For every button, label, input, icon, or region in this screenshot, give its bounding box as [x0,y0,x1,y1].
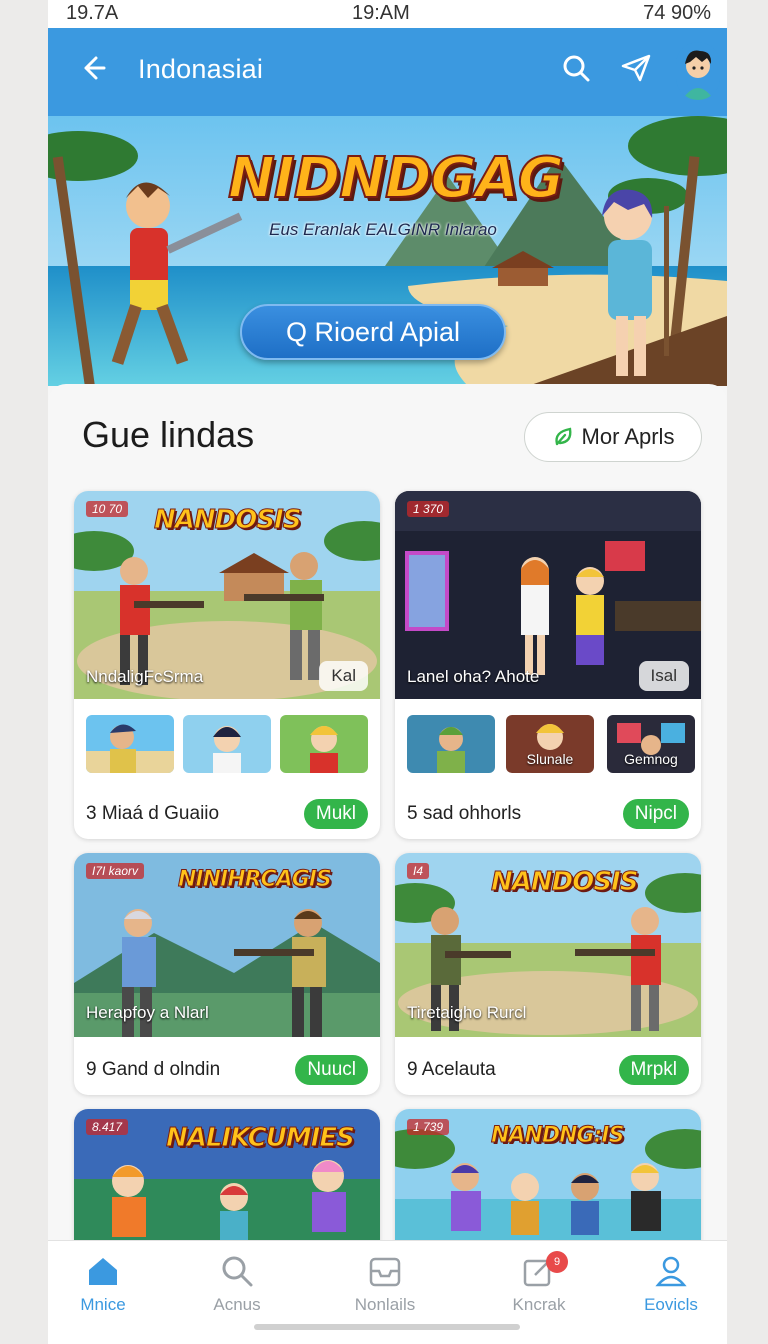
hero-game-title: NIDNDGAG [227,145,565,212]
card-tag: I4 [407,863,430,879]
card-caption: Tiretaigho Rurcl [407,1003,527,1022]
card-caption: Herapfoy a Nlarl [86,1003,209,1022]
card-game-logo: NALIKCUMIES [166,1123,356,1154]
leaf-icon [554,427,572,446]
search-icon [222,1256,253,1287]
card-footer-text: 3 Miaá d Guaiio [86,803,220,824]
status-time: 19:AM [352,2,410,24]
card-footer-text: 9 Gand d olndin [86,1059,221,1080]
card-pill: Kal [319,661,368,691]
hero-subtitle: Eus Eranlak EALGINR Inlarao [269,220,497,239]
thumbnail[interactable]: Gemnog [607,715,695,773]
game-card[interactable]: I7I kaorv NINIHRCAGIS Herapfoy a Nlarl 9… [74,853,380,1095]
nav-label: Mnice [80,1295,126,1314]
nav-label: Acnus [213,1295,261,1314]
nav-item-profile[interactable]: Eovicls [616,1253,726,1315]
thumbnail[interactable] [407,715,495,773]
thumbnail[interactable]: Slunale [506,715,594,773]
more-apps-label: Mor Aprls [581,424,675,449]
thumbnail[interactable] [86,715,174,773]
status-right: 74 90% [643,2,711,24]
thumbnail-label: Gemnog [624,751,678,767]
phone-screen: 19.7A 19:AM 74 90% Indonasiai NIDNDGAG E… [48,0,727,1344]
nav-label: Eovicls [644,1295,698,1314]
card-pill: Isal [638,661,689,691]
card-caption: NndaligFcSrma [86,667,204,686]
nav-item-inbox[interactable]: Nonlails [330,1253,440,1315]
card-tag: 1 739 [407,1119,450,1135]
card-game-logo: NANDOSIS [154,505,302,536]
nav-item-home[interactable]: Mnice [48,1253,158,1315]
status-badge[interactable]: Nipcl [622,799,689,829]
nav-item-search[interactable]: Acnus [182,1253,292,1315]
inbox-icon [369,1257,401,1287]
search-icon[interactable] [560,52,592,84]
game-card[interactable]: 1 370 Lanel oha? Ahote Isal Slunale Gemn… [395,491,701,839]
game-card[interactable]: I4 NANDOSIS Tiretaigho Rurcl 9 Acelauta … [395,853,701,1095]
card-tag: 1 370 [407,501,450,517]
status-bar: 19.7A 19:AM 74 90% [48,0,727,28]
card-game-logo: NINIHRCAGIS [178,867,333,893]
status-badge[interactable]: Mukl [303,799,368,829]
nav-item-edit[interactable]: 9 Kncrak [484,1251,594,1315]
nav-label: Nonlails [354,1295,416,1314]
thumbnail[interactable] [183,715,271,773]
card-caption: Lanel oha? Ahote [407,667,540,686]
thumbnail-label: Slunale [526,751,574,767]
thumbnail[interactable] [280,715,368,773]
send-icon[interactable] [620,52,652,84]
card-tag: 8.417 [86,1119,129,1135]
status-badge[interactable]: Nuucl [295,1055,368,1085]
card-footer-text: 5 sad ohhorls [407,803,522,824]
notification-badge: 9 [546,1251,568,1273]
card-tag: 10 70 [86,501,129,517]
card-game-logo: NANDNG:IS [491,1123,625,1149]
arrow-left-icon[interactable] [76,52,108,84]
status-left: 19.7A [66,2,119,24]
section-title: Gue lindas [82,414,255,455]
card-game-logo: NANDOSIS [491,867,639,898]
card-thumbnails: Slunale Gemnog [407,715,695,773]
app-bar: Indonasiai [48,28,727,116]
card-tag: I7I kaorv [86,863,145,879]
card-thumbnails [86,715,368,773]
card-footer-text: 9 Acelauta [407,1059,496,1080]
hero-cta-button[interactable]: Q Rioerd Apial [240,304,506,360]
more-apps-button[interactable]: Mor Aprls [524,412,702,462]
page-title: Indonasiai [138,54,264,84]
home-indicator [254,1324,520,1330]
avatar[interactable] [676,42,720,100]
hero-banner: NIDNDGAG Eus Eranlak EALGINR Inlarao Q R… [48,116,727,386]
game-card[interactable]: 10 70 NANDOSIS NndaligFcSrma Kal 3 Miaá … [74,491,380,839]
nav-label: Kncrak [512,1295,566,1314]
profile-icon [655,1256,687,1287]
content-sheet: Gue lindas Mor Aprls 10 70 NANDOSIS Nnda… [48,384,727,1344]
home-icon [89,1258,117,1285]
status-badge[interactable]: Mrpkl [618,1055,689,1085]
